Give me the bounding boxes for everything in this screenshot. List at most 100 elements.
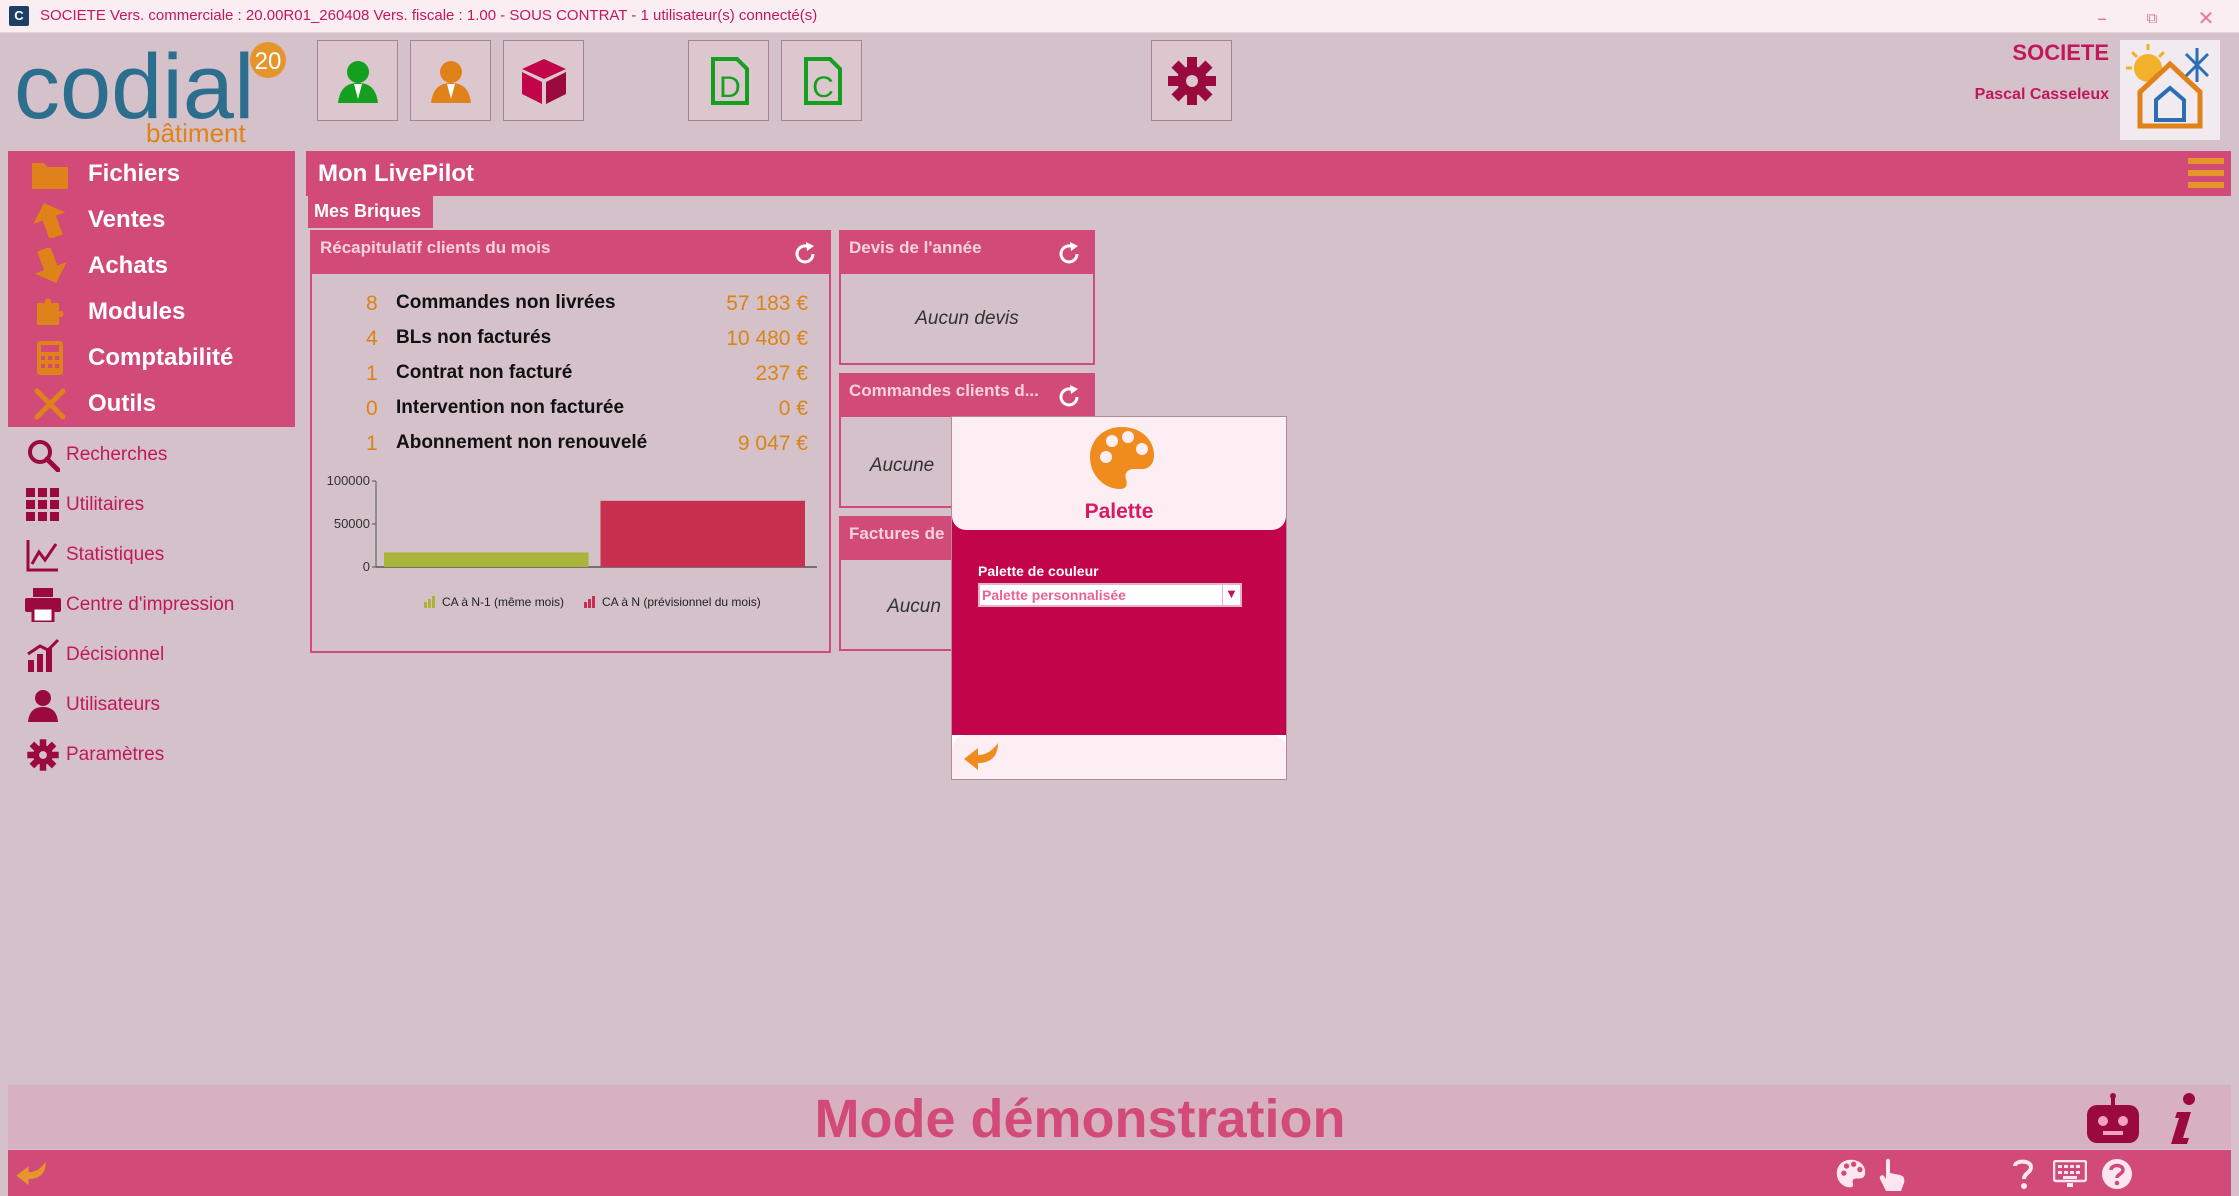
grid-icon [24,486,62,524]
document-d-button[interactable]: D [688,40,769,121]
link-parametres[interactable]: Paramètres [24,733,164,777]
menu-label: Ventes [88,206,166,233]
settings-button[interactable] [1151,40,1232,121]
help-icon[interactable] [2101,1158,2133,1190]
refresh-icon[interactable] [1055,383,1083,411]
link-centre-impression[interactable]: Centre d'impression [24,583,234,627]
menu-achats[interactable]: Achats [8,243,295,289]
recap-row[interactable]: 1 Abonnement non renouvelé 9 047 € [312,432,832,466]
recap-row[interactable]: 1 Contrat non facturé 237 € [312,362,832,396]
recap-amount: 9 047 € [737,432,808,455]
recap-count: 4 [366,327,378,350]
palette-toolbar-icon[interactable] [1835,1158,1867,1190]
user-name[interactable]: Pascal Casseleux [1975,86,2109,104]
keyboard-icon[interactable] [2053,1160,2087,1188]
info-icon[interactable] [2167,1092,2201,1146]
panel-header: Récapitulatif clients du mois [312,232,829,274]
palette-select-value: Palette personnalisée [982,587,1126,603]
legend-item: CA à N-1 (même mois) [424,595,564,609]
articles-button[interactable] [503,40,584,121]
folder-icon [30,156,70,192]
restore-button[interactable]: ⧉ [2132,4,2172,32]
window-title: SOCIETE Vers. commerciale : 20.00R01_260… [40,7,818,24]
link-label: Utilisateurs [66,694,160,715]
svg-text:C: C [812,71,834,104]
menu-label: Achats [88,252,169,279]
purchases-arrow-icon [30,248,70,284]
y-tick-label: 100000 [327,473,370,488]
empty-message: Aucun devis [915,308,1019,329]
menu-label: Outils [88,390,157,417]
menu-ventes[interactable]: Ventes [8,197,295,243]
link-statistiques[interactable]: Statistiques [24,533,164,577]
menu-fichiers[interactable]: Fichiers [8,151,295,197]
document-c-icon: C [803,56,842,105]
svg-text:D: D [719,71,741,104]
representants-button[interactable] [410,40,491,121]
panel-title: Récapitulatif clients du mois [320,238,551,257]
legend-item: CA à N (prévisionnel du mois) [584,595,761,609]
recap-row[interactable]: 0 Intervention non facturée 0 € [312,397,832,431]
recap-amount: 57 183 € [726,292,808,315]
menu-modules[interactable]: Modules [8,289,295,335]
link-label: Recherches [66,444,168,465]
link-label: Utilitaires [66,494,145,515]
help-small-icon[interactable] [2012,1158,2034,1190]
recap-amount: 0 € [778,397,808,420]
clients-button[interactable] [317,40,398,121]
calculator-icon [30,340,70,376]
recap-panel: Récapitulatif clients du mois 8 Commande… [310,230,831,653]
recap-row[interactable]: 8 Commandes non livrées 57 183 € [312,292,832,326]
back-arrow-icon[interactable] [964,741,1000,771]
menu-outils[interactable]: Outils [8,381,295,427]
minimize-button[interactable]: – [2082,4,2122,32]
menu-label: Comptabilité [88,344,234,371]
legend-label: CA à N (prévisionnel du mois) [602,595,761,609]
user-icon [24,686,62,724]
menu-comptabilite[interactable]: Comptabilité [8,335,295,381]
recap-row[interactable]: 4 BLs non facturés 10 480 € [312,327,832,361]
gear-icon [24,736,62,774]
recap-amount: 10 480 € [726,327,808,350]
company-name: SOCIETE [2012,40,2109,65]
link-label: Décisionnel [66,644,165,665]
page-title: Mon LivePilot [318,160,474,187]
chevron-down-icon[interactable]: ▼ [1222,585,1240,605]
decision-chart-icon [24,636,62,674]
link-label: Paramètres [66,744,165,765]
recap-label: BLs non facturés [396,327,552,348]
link-recherches[interactable]: Recherches [24,433,167,477]
recap-label: Contrat non facturé [396,362,573,383]
app-icon: C [9,6,29,26]
tools-icon [30,386,70,422]
search-icon [24,436,62,474]
svg-text:bâtiment: bâtiment [146,118,246,148]
recap-label: Commandes non livrées [396,292,616,313]
link-utilitaires[interactable]: Utilitaires [24,483,144,527]
menu-label: Fichiers [88,160,181,187]
touch-icon[interactable] [1878,1157,1906,1191]
document-c-button[interactable]: C [781,40,862,121]
panel-title: Devis de l'année [849,238,982,257]
link-utilisateurs[interactable]: Utilisateurs [24,683,160,727]
close-button[interactable]: ✕ [2186,4,2226,32]
y-tick-label: 50000 [334,516,370,531]
recap-count: 1 [366,432,378,455]
dialog-title: Palette [1084,500,1154,523]
robot-icon[interactable] [2083,1093,2143,1145]
legend-label: CA à N-1 (même mois) [442,595,564,609]
refresh-icon[interactable] [791,240,819,268]
tab-mes-briques[interactable]: Mes Briques [308,196,433,228]
link-decisionnel[interactable]: Décisionnel [24,633,164,677]
refresh-icon[interactable] [1055,240,1083,268]
recap-label: Intervention non facturée [396,397,625,418]
back-arrow-icon[interactable] [16,1160,48,1186]
main-header [306,151,2231,196]
demo-mode-text: Mode démonstration [814,1089,1346,1149]
company-logo [2120,40,2220,140]
dialog-footer [952,735,1286,779]
y-tick-label: 0 [363,559,370,574]
recap-amount: 237 € [755,362,808,385]
hamburger-menu-icon[interactable] [2188,155,2224,191]
palette-select[interactable]: Palette personnalisée ▼ [978,583,1242,607]
